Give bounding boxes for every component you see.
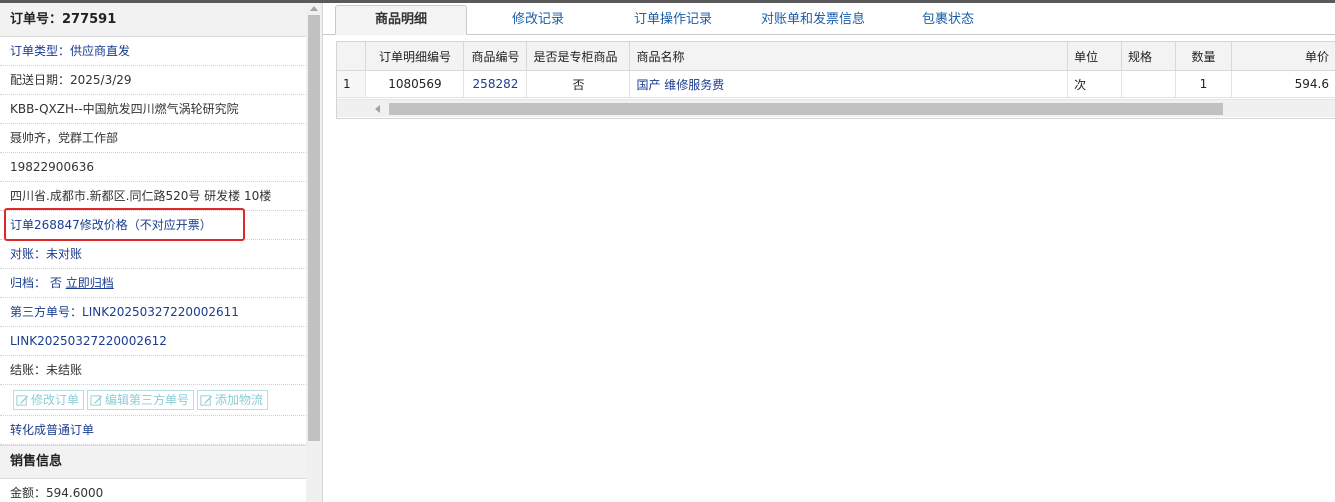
tab-product-details[interactable]: 商品明细 (335, 5, 467, 35)
contact-row: 聂帅齐，党群工作部 (0, 124, 306, 153)
edit-third-party-button[interactable]: 编辑第三方单号 (87, 390, 195, 410)
col-header-index (337, 42, 367, 71)
third-party-label: 第三方单号： (10, 305, 83, 319)
add-logistics-button[interactable]: 添加物流 (197, 390, 269, 410)
archive-label: 归档： (10, 276, 47, 290)
tab-statement-invoice[interactable]: 对账单和发票信息 (743, 6, 883, 34)
order-type-label: 订单类型： (10, 44, 71, 58)
horizontal-scrollbar-thumb[interactable] (389, 103, 1223, 115)
cell-product-id[interactable]: 258282 (463, 70, 528, 98)
col-header-detail-id[interactable]: 订单明细编号 (365, 42, 465, 71)
col-header-unit-price[interactable]: 单价 (1231, 42, 1335, 71)
archive-value: 否 (49, 276, 62, 290)
order-action-buttons: 修改订单 编辑第三方单号 添加物流 (0, 385, 306, 416)
price-change-link[interactable]: 订单268847修改价格（不对应开票） (10, 218, 212, 232)
convert-order-row[interactable]: 转化成普通订单 (0, 416, 306, 445)
grid-horizontal-scrollbar[interactable] (337, 99, 1335, 117)
edit-icon (16, 394, 29, 406)
third-party-number-1: LINK20250327220002611 (82, 305, 239, 319)
detail-tab-bar: 商品明细 修改记录 订单操作记录 对账单和发票信息 包裹状态 (323, 3, 1335, 35)
amount-row: 金额：594.6000 (0, 479, 306, 502)
scroll-up-arrow-icon[interactable] (310, 6, 318, 11)
col-header-product-id[interactable]: 商品编号 (463, 42, 528, 71)
phone-row: 19822900636 (0, 153, 306, 182)
archive-row: 归档： 否 立即归档 (0, 269, 306, 298)
sales-info-header: 销售信息 (0, 445, 306, 479)
cell-counter-item: 否 (526, 70, 631, 98)
price-change-note[interactable]: 订单268847修改价格（不对应开票） (0, 211, 306, 240)
scroll-left-arrow-icon[interactable] (375, 105, 380, 113)
address-row: 四川省.成都市.新都区.同仁路520号 研发楼 10楼 (0, 182, 306, 211)
cell-product-name[interactable]: 国产 维修服务费 (629, 70, 1069, 98)
scrollbar-thumb[interactable] (308, 15, 320, 441)
edit-order-label: 修改订单 (31, 393, 80, 407)
order-number-header: 订单号：277591 (0, 3, 306, 37)
order-info-panel: 订单号：277591 订单类型：供应商直发 配送日期：2025/3/29 KBB… (0, 3, 323, 502)
settlement-row: 结账：未结账 (0, 356, 306, 385)
product-name-link[interactable]: 国产 维修服务费 (636, 78, 724, 92)
edit-third-party-label: 编辑第三方单号 (105, 393, 190, 407)
tab-package-status[interactable]: 包裹状态 (898, 6, 998, 34)
edit-icon (200, 394, 213, 406)
third-party-row-1: 第三方单号：LINK20250327220002611 (0, 298, 306, 327)
convert-to-normal-order-link[interactable]: 转化成普通订单 (10, 423, 94, 437)
cell-detail-id: 1080569 (365, 70, 465, 98)
product-grid: 订单明细编号 商品编号 是否是专柜商品 商品名称 单位 规格 数量 单价 1 1… (336, 41, 1335, 119)
left-panel-scrollbar[interactable] (306, 3, 322, 502)
cell-unit-price: 594.6 (1231, 70, 1335, 98)
product-table: 订单明细编号 商品编号 是否是专柜商品 商品名称 单位 规格 数量 单价 1 1… (337, 42, 1335, 98)
reconcile-row: 对账：未对账 (0, 240, 306, 269)
cell-spec (1121, 70, 1177, 98)
third-party-number-2: LINK20250327220002612 (10, 334, 167, 348)
order-detail-panel: 商品明细 修改记录 订单操作记录 对账单和发票信息 包裹状态 订单明细编号 商品… (323, 3, 1335, 502)
row-index: 1 (337, 70, 367, 98)
order-type-row: 订单类型：供应商直发 (0, 37, 306, 66)
cell-unit: 次 (1067, 70, 1123, 98)
delivery-date-row: 配送日期：2025/3/29 (0, 66, 306, 95)
col-header-product-name[interactable]: 商品名称 (629, 42, 1069, 71)
table-row[interactable]: 1 1080569 258282 否 国产 维修服务费 次 1 594.6 (337, 70, 1335, 98)
cell-quantity: 1 (1175, 70, 1232, 98)
tab-modification-log[interactable]: 修改记录 (483, 6, 593, 34)
archive-now-link[interactable]: 立即归档 (66, 276, 114, 290)
third-party-row-2: LINK20250327220002612 (0, 327, 306, 356)
col-header-quantity[interactable]: 数量 (1175, 42, 1232, 71)
order-type-value: 供应商直发 (70, 44, 131, 58)
product-id-link[interactable]: 258282 (473, 77, 519, 91)
edit-order-button[interactable]: 修改订单 (13, 390, 85, 410)
tab-order-operation-log[interactable]: 订单操作记录 (613, 6, 733, 34)
col-header-unit[interactable]: 单位 (1067, 42, 1123, 71)
customer-row: KBB-QXZH--中国航发四川燃气涡轮研究院 (0, 95, 306, 124)
table-header-row: 订单明细编号 商品编号 是否是专柜商品 商品名称 单位 规格 数量 单价 (337, 42, 1335, 71)
edit-icon (90, 394, 103, 406)
col-header-spec[interactable]: 规格 (1121, 42, 1177, 71)
add-logistics-label: 添加物流 (215, 393, 264, 407)
col-header-counter-item[interactable]: 是否是专柜商品 (526, 42, 631, 71)
order-info-content: 订单号：277591 订单类型：供应商直发 配送日期：2025/3/29 KBB… (0, 3, 306, 502)
